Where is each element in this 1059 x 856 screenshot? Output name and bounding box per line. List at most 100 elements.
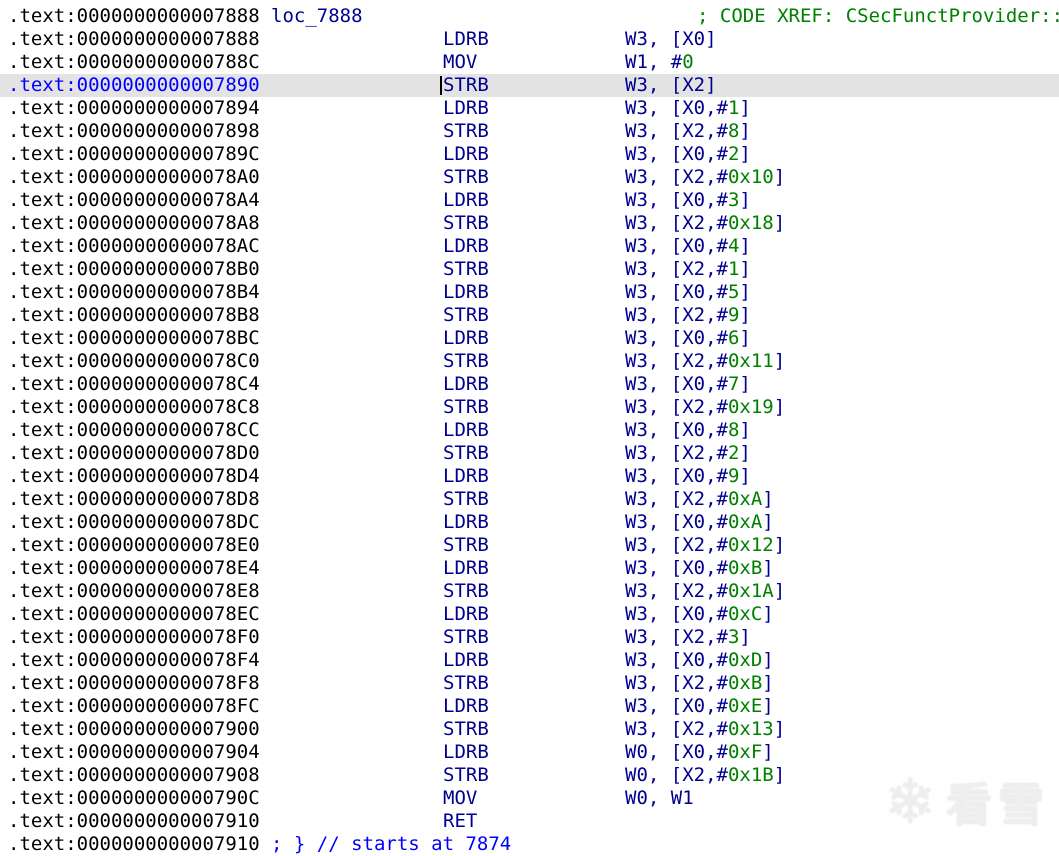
immediate-value[interactable]: 0	[682, 51, 693, 73]
listing-row[interactable]: .text:00000000000078A0 STRB W3, [X2,#0x10]	[0, 166, 1059, 189]
row-mnemonic[interactable]: MOV	[443, 51, 477, 74]
row-address[interactable]: .text:00000000000078DC	[8, 511, 260, 534]
row-operands[interactable]: W3, [X2,#0x19]	[625, 396, 785, 419]
row-address[interactable]: .text:00000000000078BC	[8, 327, 260, 350]
row-mnemonic[interactable]: LDRB	[443, 511, 489, 534]
row-operands[interactable]: W3, [X2,#0xB]	[625, 672, 774, 695]
immediate-value[interactable]: 8	[728, 419, 739, 441]
row-mnemonic[interactable]: STRB	[443, 626, 489, 649]
immediate-value[interactable]: 0x19	[728, 396, 774, 418]
immediate-value[interactable]: 0x13	[728, 718, 774, 740]
row-mnemonic[interactable]: LDRB	[443, 741, 489, 764]
row-mnemonic[interactable]: LDRB	[443, 603, 489, 626]
row-address[interactable]: .text:00000000000078FC	[8, 695, 260, 718]
row-operands[interactable]: W3, [X0,#0xE]	[625, 695, 774, 718]
row-address[interactable]: .text:0000000000007890	[8, 74, 260, 97]
row-address[interactable]: .text:0000000000007888	[8, 5, 260, 28]
row-operands[interactable]: W3, [X0,#9]	[625, 465, 751, 488]
immediate-value[interactable]: 0xB	[728, 557, 762, 579]
row-operands[interactable]: W3, [X2,#0x10]	[625, 166, 785, 189]
row-mnemonic[interactable]: STRB	[443, 488, 489, 511]
listing-row[interactable]: .text:00000000000078C4 LDRB W3, [X0,#7]	[0, 373, 1059, 396]
row-address[interactable]: .text:00000000000078C0	[8, 350, 260, 373]
row-mnemonic[interactable]: STRB	[443, 764, 489, 787]
row-mnemonic[interactable]: STRB	[443, 580, 489, 603]
listing-row[interactable]: .text:00000000000078B4 LDRB W3, [X0,#5]	[0, 281, 1059, 304]
immediate-value[interactable]: 7	[728, 373, 739, 395]
immediate-value[interactable]: 2	[728, 143, 739, 165]
row-address[interactable]: .text:0000000000007898	[8, 120, 260, 143]
listing-row[interactable]: .text:000000000000789C LDRB W3, [X0,#2]	[0, 143, 1059, 166]
immediate-value[interactable]: 0xB	[728, 672, 762, 694]
row-mnemonic[interactable]: STRB	[443, 396, 489, 419]
row-operands[interactable]: W3, [X0,#4]	[625, 235, 751, 258]
row-operands[interactable]: W1, #0	[625, 51, 694, 74]
listing-row[interactable]: .text:00000000000078BC LDRB W3, [X0,#6]	[0, 327, 1059, 350]
row-address[interactable]: .text:00000000000078B0	[8, 258, 260, 281]
immediate-value[interactable]: 0xA	[728, 488, 762, 510]
row-address[interactable]: .text:00000000000078F4	[8, 649, 260, 672]
immediate-value[interactable]: 0xC	[728, 603, 762, 625]
row-mnemonic[interactable]: STRB	[443, 74, 489, 97]
row-mnemonic[interactable]: LDRB	[443, 373, 489, 396]
row-operands[interactable]: W3, [X2,#0xA]	[625, 488, 774, 511]
immediate-value[interactable]: 0x1A	[728, 580, 774, 602]
row-mnemonic[interactable]: LDRB	[443, 327, 489, 350]
row-mnemonic[interactable]: LDRB	[443, 465, 489, 488]
row-operands[interactable]: W3, [X0,#0xA]	[625, 511, 774, 534]
row-address[interactable]: .text:00000000000078E4	[8, 557, 260, 580]
immediate-value[interactable]: 5	[728, 281, 739, 303]
row-mnemonic[interactable]: STRB	[443, 120, 489, 143]
row-address[interactable]: .text:0000000000007894	[8, 97, 260, 120]
row-address[interactable]: .text:0000000000007910	[8, 810, 260, 833]
row-operands[interactable]: W3, [X0,#6]	[625, 327, 751, 350]
row-address[interactable]: .text:00000000000078EC	[8, 603, 260, 626]
row-operands[interactable]: W3, [X2,#0x18]	[625, 212, 785, 235]
row-address[interactable]: .text:00000000000078B4	[8, 281, 260, 304]
listing-row[interactable]: .text:00000000000078A8 STRB W3, [X2,#0x18]	[0, 212, 1059, 235]
row-operands[interactable]: W3, [X0,#5]	[625, 281, 751, 304]
row-address[interactable]: .text:00000000000078E0	[8, 534, 260, 557]
row-mnemonic[interactable]: LDRB	[443, 557, 489, 580]
listing-row[interactable]: .text:00000000000078C8 STRB W3, [X2,#0x19]	[0, 396, 1059, 419]
row-address[interactable]: .text:00000000000078CC	[8, 419, 260, 442]
row-mnemonic[interactable]: MOV	[443, 787, 477, 810]
immediate-value[interactable]: 0xE	[728, 695, 762, 717]
immediate-value[interactable]: 0x10	[728, 166, 774, 188]
listing-row[interactable]: .text:00000000000078E0 STRB W3, [X2,#0x12]	[0, 534, 1059, 557]
row-address[interactable]: .text:000000000000790C	[8, 787, 260, 810]
row-mnemonic[interactable]: STRB	[443, 672, 489, 695]
row-address[interactable]: .text:0000000000007904	[8, 741, 260, 764]
listing-row[interactable]: .text:0000000000007894 LDRB W3, [X0,#1]	[0, 97, 1059, 120]
immediate-value[interactable]: 4	[728, 235, 739, 257]
row-address[interactable]: .text:00000000000078A8	[8, 212, 260, 235]
row-mnemonic[interactable]: STRB	[443, 304, 489, 327]
listing-row[interactable]: .text:0000000000007900 STRB W3, [X2,#0x13]	[0, 718, 1059, 741]
listing-row[interactable]: .text:00000000000078FC LDRB W3, [X0,#0xE]	[0, 695, 1059, 718]
row-mnemonic[interactable]: STRB	[443, 258, 489, 281]
listing-row[interactable]: .text:00000000000078CC LDRB W3, [X0,#8]	[0, 419, 1059, 442]
row-end-comment[interactable]: ; } // starts at 7874	[271, 833, 511, 856]
row-address[interactable]: .text:000000000000788C	[8, 51, 260, 74]
listing-row[interactable]: .text:0000000000007888 LDRB W3, [X0]	[0, 28, 1059, 51]
row-mnemonic[interactable]: STRB	[443, 166, 489, 189]
row-operands[interactable]: W3, [X0,#1]	[625, 97, 751, 120]
row-operands[interactable]: W3, [X2,#1]	[625, 258, 751, 281]
listing-row[interactable]: .text:00000000000078D0 STRB W3, [X2,#2]	[0, 442, 1059, 465]
listing-row[interactable]: .text:00000000000078EC LDRB W3, [X0,#0xC]	[0, 603, 1059, 626]
row-mnemonic[interactable]: LDRB	[443, 189, 489, 212]
listing-row[interactable]: .text:00000000000078DC LDRB W3, [X0,#0xA]	[0, 511, 1059, 534]
immediate-value[interactable]: 2	[728, 442, 739, 464]
listing-row[interactable]: .text:00000000000078E8 STRB W3, [X2,#0x1A]	[0, 580, 1059, 603]
row-mnemonic[interactable]: LDRB	[443, 649, 489, 672]
immediate-value[interactable]: 0xF	[728, 741, 762, 763]
row-operands[interactable]: W3, [X0,#3]	[625, 189, 751, 212]
row-address[interactable]: .text:00000000000078D4	[8, 465, 260, 488]
immediate-value[interactable]: 1	[728, 97, 739, 119]
immediate-value[interactable]: 0xD	[728, 649, 762, 671]
immediate-value[interactable]: 0x1B	[728, 764, 774, 786]
listing-row[interactable]: .text:00000000000078AC LDRB W3, [X0,#4]	[0, 235, 1059, 258]
row-address[interactable]: .text:00000000000078C8	[8, 396, 260, 419]
row-operands[interactable]: W3, [X2,#0x11]	[625, 350, 785, 373]
listing-row[interactable]: .text:00000000000078B8 STRB W3, [X2,#9]	[0, 304, 1059, 327]
